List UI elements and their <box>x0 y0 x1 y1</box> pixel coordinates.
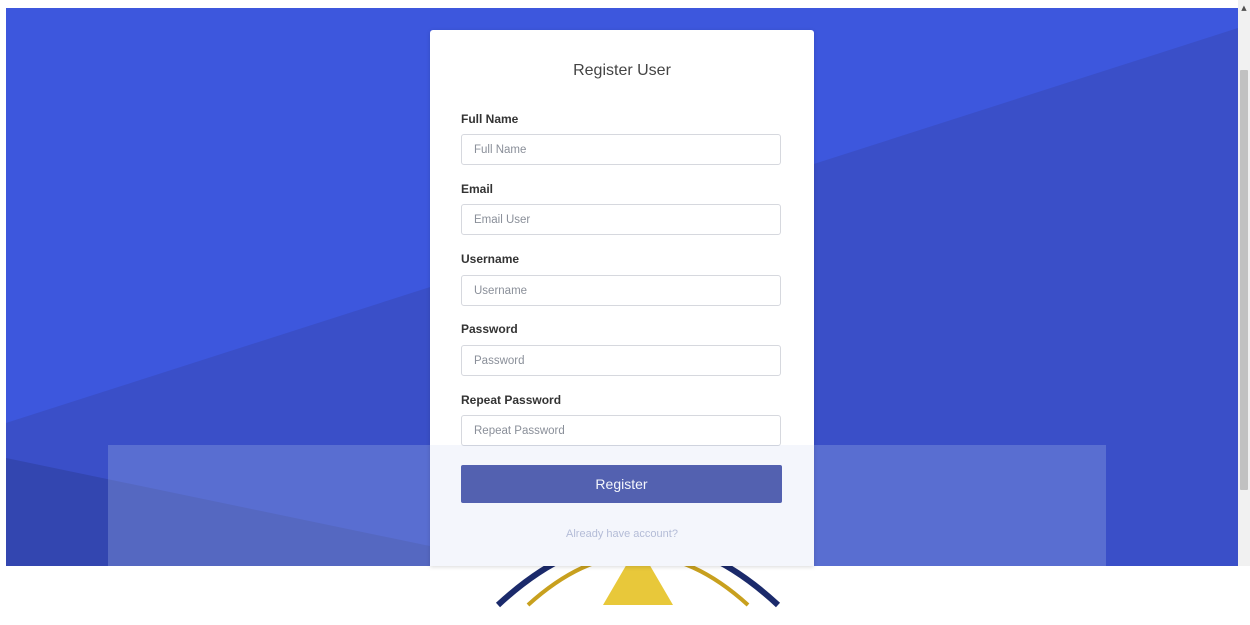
register-button[interactable]: Register <box>461 465 782 503</box>
browser-viewport: Register User Full Name Email Username P… <box>0 0 1250 608</box>
password-input[interactable] <box>461 345 781 376</box>
scrollbar-thumb[interactable] <box>1240 70 1248 490</box>
email-label: Email <box>461 182 494 196</box>
vertical-scrollbar[interactable]: ▲ <box>1238 0 1250 566</box>
email-input[interactable] <box>461 204 781 235</box>
username-label: Username <box>461 252 520 266</box>
scroll-up-arrow-icon[interactable]: ▲ <box>1238 0 1250 16</box>
card-watermark-overlay <box>430 445 814 566</box>
username-input[interactable] <box>461 275 781 306</box>
already-have-account-link[interactable]: Already have account? <box>430 528 814 540</box>
repeat-password-input[interactable] <box>461 415 781 446</box>
repeat-password-label: Repeat Password <box>461 393 562 407</box>
form-title: Register User <box>573 62 671 79</box>
register-form-card: Register User Full Name Email Username P… <box>430 30 814 566</box>
full-name-input[interactable] <box>461 134 781 165</box>
password-label: Password <box>461 322 518 336</box>
full-name-label: Full Name <box>461 112 519 126</box>
